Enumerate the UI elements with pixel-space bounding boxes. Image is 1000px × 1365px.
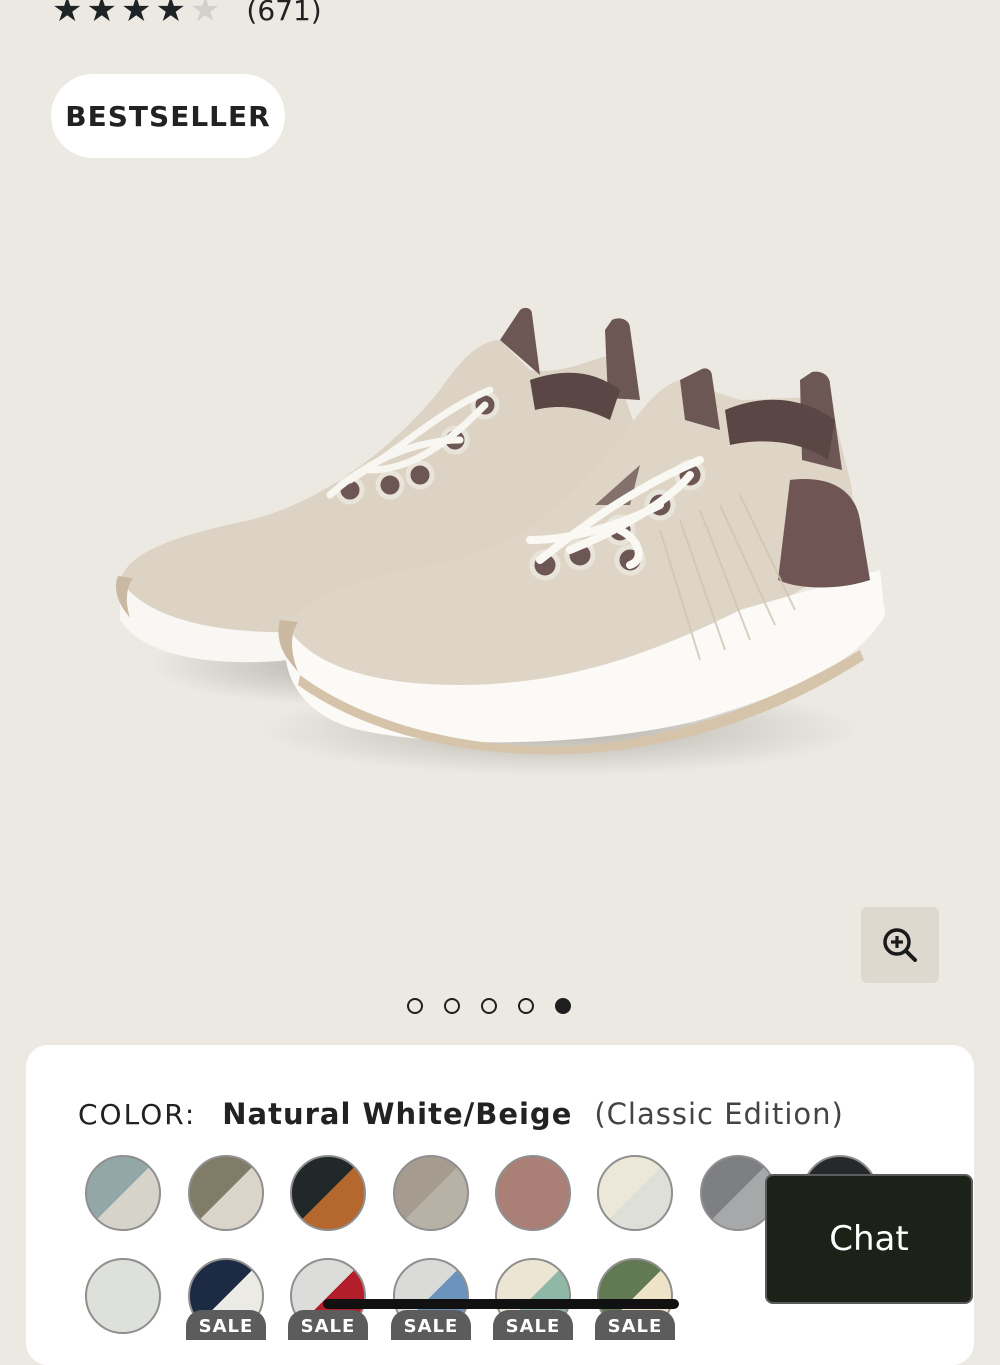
color-swatch[interactable] — [495, 1155, 571, 1231]
chat-button[interactable]: Chat — [765, 1174, 973, 1304]
sale-badge: SALE — [595, 1310, 675, 1340]
star-empty-icon: ★ — [189, 0, 221, 30]
color-swatch[interactable] — [597, 1155, 673, 1231]
sale-badge: SALE — [186, 1310, 266, 1340]
color-edition: (Classic Edition) — [594, 1097, 844, 1131]
selected-color-name: Natural White/Beige — [222, 1097, 573, 1131]
gallery-pagination — [407, 998, 571, 1014]
sale-badge: SALE — [391, 1310, 471, 1340]
color-label: COLOR: — [78, 1098, 197, 1131]
gallery-dot-4[interactable] — [518, 998, 534, 1014]
star-icon: ★ — [86, 0, 117, 30]
home-indicator — [323, 1299, 679, 1309]
sale-badge: SALE — [493, 1310, 573, 1340]
gallery-dot-5[interactable] — [555, 998, 571, 1014]
star-icon: ★ — [155, 0, 186, 30]
color-swatch[interactable] — [188, 1155, 264, 1231]
star-icon: ★ — [120, 0, 152, 30]
zoom-button[interactable] — [861, 907, 939, 983]
color-swatch[interactable] — [393, 1155, 469, 1231]
gallery-dot-2[interactable] — [444, 998, 460, 1014]
color-swatch[interactable] — [85, 1155, 161, 1231]
color-heading: COLOR: Natural White/Beige (Classic Edit… — [78, 1097, 844, 1131]
bestseller-badge: BESTSELLER — [51, 74, 285, 158]
product-image[interactable] — [100, 280, 900, 780]
gallery-dot-3[interactable] — [481, 998, 497, 1014]
star-icon: ★ — [52, 0, 83, 30]
sale-badge: SALE — [288, 1310, 368, 1340]
gallery-dot-1[interactable] — [407, 998, 423, 1014]
rating-row[interactable]: ★ ★ ★ ★ ★ (671) — [52, 0, 322, 32]
color-swatch[interactable] — [290, 1155, 366, 1231]
zoom-in-icon — [883, 928, 917, 962]
color-swatch[interactable] — [85, 1258, 161, 1334]
review-count[interactable]: (671) — [246, 0, 321, 27]
